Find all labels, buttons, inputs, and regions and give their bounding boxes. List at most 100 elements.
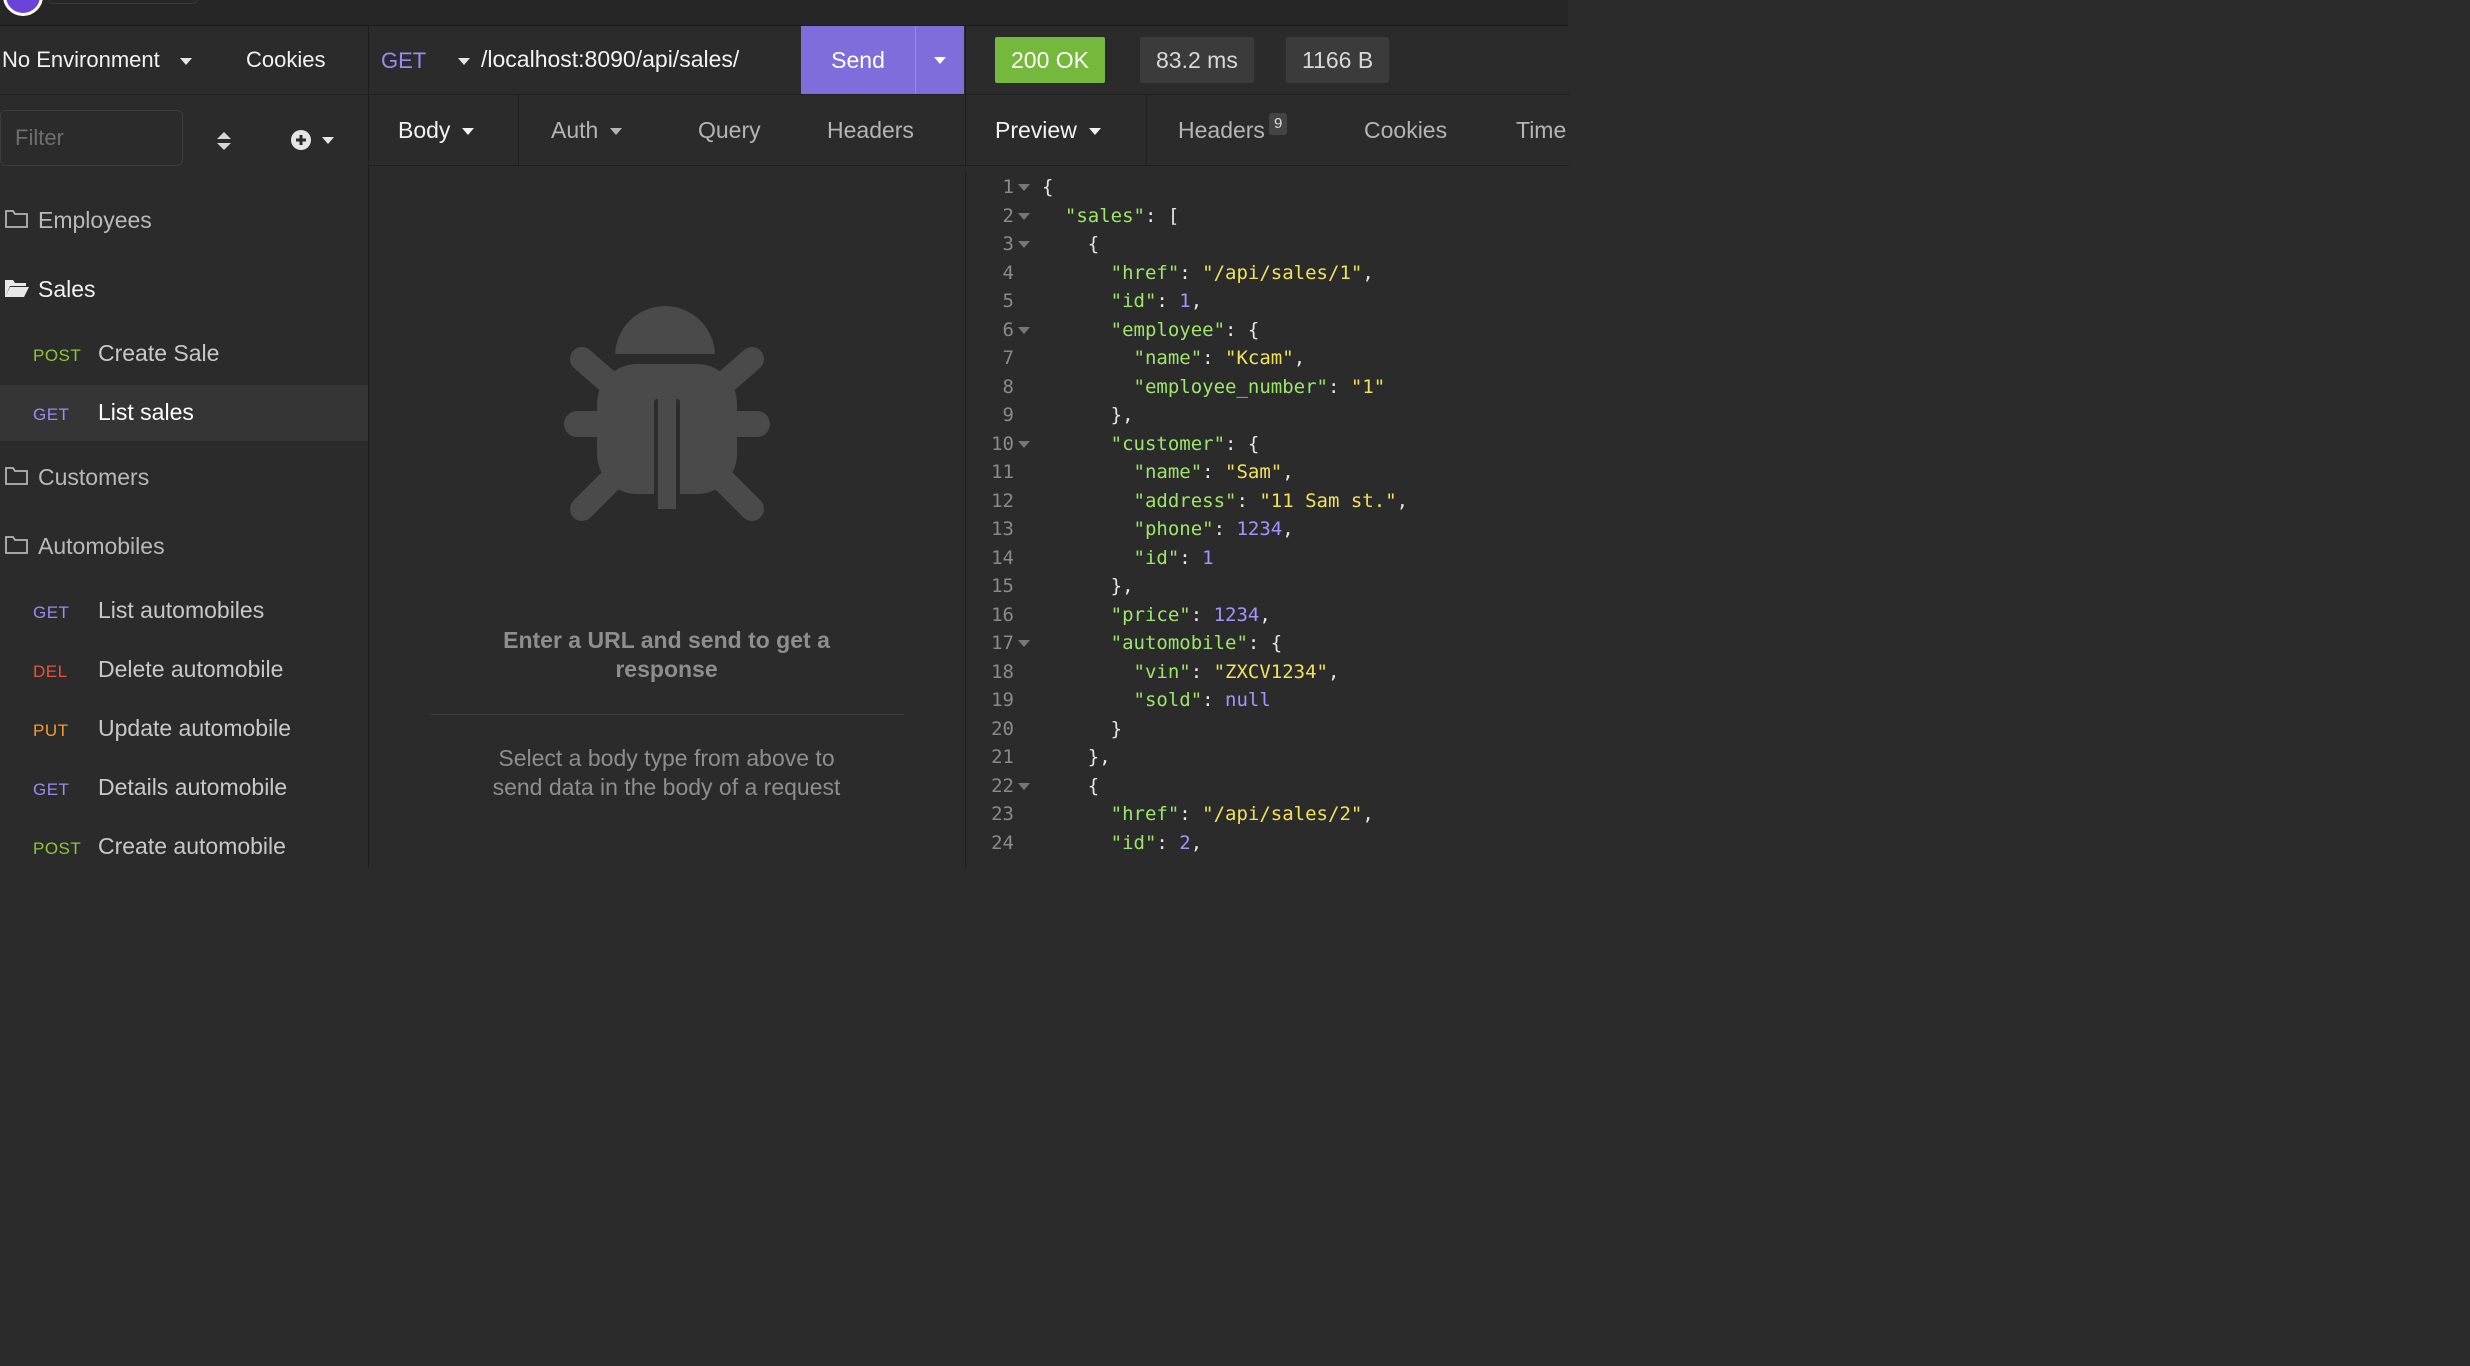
code-line: 16 "price": 1234, [966,601,1569,629]
code-text: "href": "/api/sales/2", [1042,800,1374,828]
code-token: : { [1225,432,1260,455]
code-line: 2 "sales": [ [966,202,1569,230]
app-logo-icon[interactable] [3,0,43,16]
line-number: 11 [991,461,1014,483]
code-token: }, [1042,404,1134,426]
tab-headers-label: Headers [827,117,914,143]
add-item-icon[interactable] [290,128,342,152]
code-token: 2 [1179,831,1191,854]
code-line: 1{ [966,173,1569,201]
sidebar-folder-label: Employees [38,207,152,233]
line-number: 16 [991,603,1014,626]
code-token: 1 [1202,546,1214,569]
sidebar-request[interactable]: PUT Update automobile [0,701,368,757]
sort-icon[interactable] [214,130,234,152]
code-line: 10 "customer": { [966,430,1569,458]
code-token: "sold" [1133,689,1203,711]
request-body-panel: Enter a URL and send to get a response S… [369,166,964,867]
code-text: "id": 1 [1042,544,1214,572]
code-text: "employee_number": "1" [1042,373,1386,401]
sidebar-request[interactable]: GET List sales [0,385,368,441]
environment-selector[interactable]: No Environment [2,47,160,73]
code-token: "1" [1350,375,1386,398]
send-button[interactable]: Send [801,26,915,94]
fold-toggle-icon[interactable] [1018,326,1030,334]
tab-auth[interactable]: Auth [551,95,623,165]
line-number: 24 [991,831,1014,854]
code-text: "name": "Sam", [1042,458,1294,486]
tab-timeline[interactable]: Time [1516,95,1566,165]
sidebar-request[interactable]: DEL Delete automobile [0,642,368,698]
response-preview: 1{2 "sales": [3 {4 "href": "/api/sales/1… [965,173,1569,867]
line-number: 1 [1002,176,1014,198]
sidebar: No Environment Cookies Employees Sales POS… [0,26,369,867]
fold-toggle-icon[interactable] [1018,212,1030,220]
code-token: : [1179,261,1203,284]
code-token: }, [1042,746,1111,768]
send-options-dropdown[interactable] [915,26,964,94]
code-token: "href" [1110,803,1180,825]
tab-response-cookies[interactable]: Cookies [1364,95,1447,165]
sidebar-folder[interactable]: Employees [0,192,368,248]
tab-body[interactable]: Body [369,95,519,165]
code-line: 17 "automobile": { [966,629,1569,657]
code-token: , [1282,461,1294,483]
sidebar-folder[interactable]: Automobiles [0,518,368,574]
tab-preview[interactable]: Preview [966,95,1147,165]
filter-input[interactable] [0,110,183,166]
fold-toggle-icon[interactable] [1018,782,1030,790]
code-text: "name": "Kcam", [1042,344,1306,372]
cookies-button[interactable]: Cookies [246,47,325,73]
sidebar-request[interactable]: POST Create Sale [0,326,368,382]
url-input[interactable]: /localhost:8090/api/sales/ [481,46,739,73]
code-token: "ZXCV1234" [1213,660,1328,683]
sidebar-request[interactable]: GET List automobiles [0,583,368,639]
code-token: : [1179,803,1203,825]
top-nav-control[interactable] [48,0,198,4]
code-text: "sales": [ [1042,202,1179,230]
code-token: "name" [1133,461,1203,483]
fold-toggle-icon[interactable] [1018,440,1030,448]
code-line: 7 "name": "Kcam", [966,344,1569,372]
line-number: 6 [1002,318,1014,341]
code-token: "automobile" [1110,632,1248,654]
divider [430,714,904,715]
code-line: 6 "employee": { [966,316,1569,344]
sidebar-request[interactable]: POST Create automobile [0,819,368,875]
chevron-down-icon[interactable] [458,58,470,65]
sidebar-request[interactable]: GET Details automobile [0,760,368,816]
tab-headers[interactable]: Headers [827,95,914,165]
method-selector[interactable]: GET [381,48,426,74]
code-token: "employee" [1110,318,1226,341]
sidebar-folder[interactable]: Customers [0,449,368,505]
code-token: : [1202,347,1226,369]
code-token: 1 [1179,290,1191,312]
code-token: , [1362,803,1374,825]
request-method-badge: PUT [33,721,69,740]
status-badge: 200 OK [995,37,1105,83]
fold-toggle-icon[interactable] [1018,241,1030,248]
sidebar-folder[interactable]: Sales [0,261,368,317]
code-token: : [1156,290,1180,312]
code-token: { [1042,176,1054,198]
line-number: 4 [1002,261,1014,284]
chevron-down-icon[interactable] [180,58,192,65]
code-token: : { [1247,632,1283,654]
tab-timeline-label: Time [1516,117,1567,143]
code-token: 1234 [1213,603,1260,626]
code-token: : [1179,546,1203,569]
sidebar-folder-label: Automobiles [38,533,165,559]
code-text: "automobile": { [1042,629,1283,657]
sidebar-request-label: List automobiles [98,597,265,623]
tab-query[interactable]: Query [698,95,761,165]
tab-response-headers[interactable]: Headers 9 [1178,95,1288,165]
code-token: { [1042,774,1100,797]
code-token: , [1190,290,1203,312]
code-text: "id": 1, [1042,287,1203,315]
fold-toggle-icon[interactable] [1018,640,1030,647]
fold-toggle-icon[interactable] [1018,184,1030,191]
